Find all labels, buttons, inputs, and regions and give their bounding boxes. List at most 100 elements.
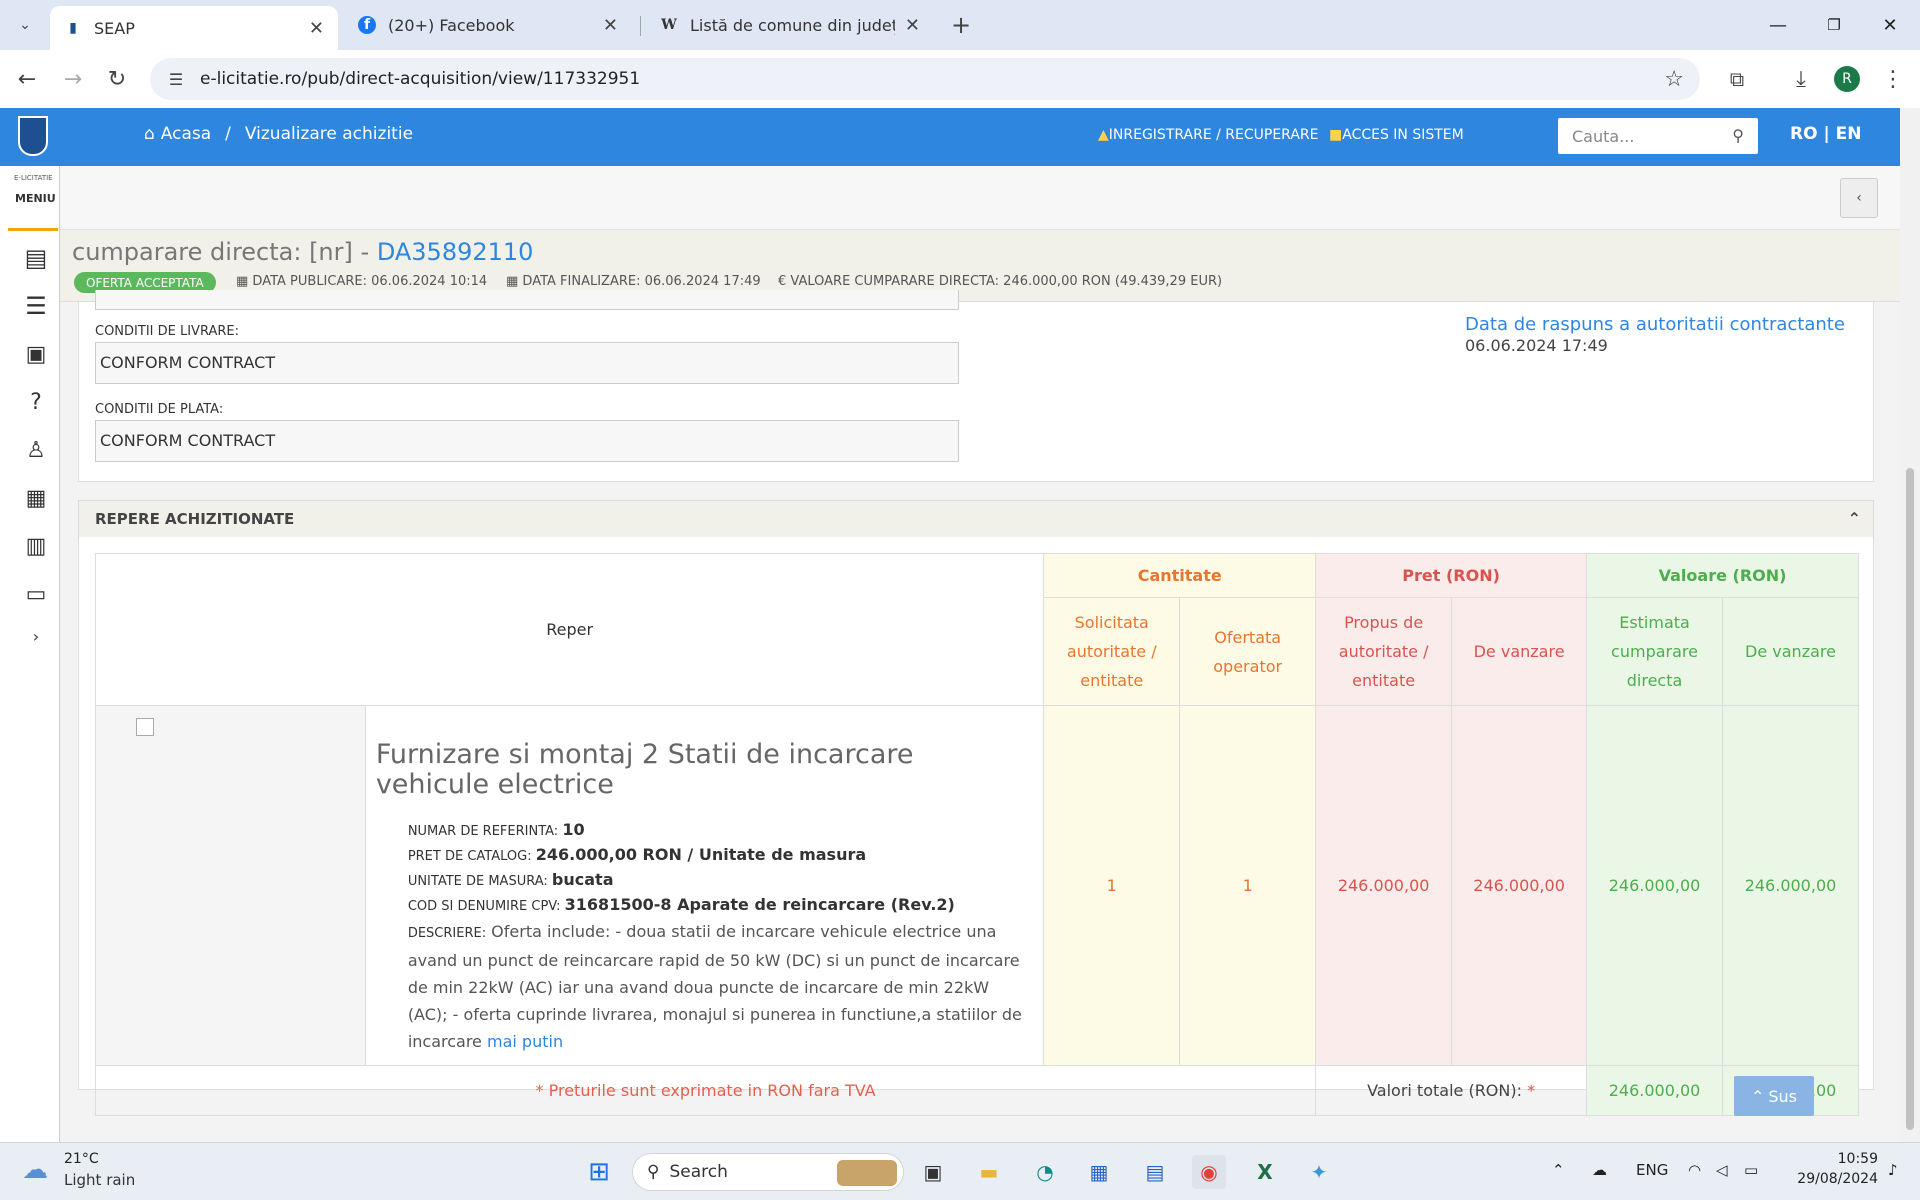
excel-icon[interactable]: X — [1248, 1155, 1282, 1189]
delivery-field: CONFORM CONTRACT — [95, 342, 959, 384]
conditions-panel: CONDITII DE LIVRARE: CONFORM CONTRACT CO… — [78, 290, 1874, 482]
battery-icon[interactable]: ▭ — [1744, 1161, 1758, 1179]
column-group-price: Pret (RON) — [1315, 553, 1588, 598]
back-to-top-button[interactable]: ⌃ Sus — [1734, 1076, 1814, 1116]
extensions-button[interactable]: ⧉ — [1720, 62, 1754, 96]
close-icon[interactable]: ✕ — [603, 15, 618, 36]
chrome-icon[interactable]: ◉ — [1192, 1155, 1226, 1189]
weather-text[interactable]: Light rain — [64, 1171, 135, 1189]
language-switch[interactable]: RO | EN — [1790, 124, 1861, 144]
tab-title: SEAP — [94, 18, 135, 38]
calendar-icon: ▦ — [236, 274, 253, 289]
cell-requested: 1 — [1043, 705, 1181, 1066]
new-tab-button[interactable]: + — [944, 8, 978, 42]
url-text[interactable]: e-licitatie.ro/pub/direct-acquisition/vi… — [200, 69, 1664, 89]
tray-chevron-up-icon[interactable]: ⌃ — [1552, 1161, 1565, 1179]
back-button[interactable]: ← — [10, 62, 44, 96]
bookmark-star-icon[interactable]: ☆ — [1664, 67, 1684, 92]
page-scrollbar[interactable] — [1900, 108, 1920, 1142]
finalize-date: ▦ DATA FINALIZARE: 06.06.2024 17:49 — [506, 274, 761, 289]
edge-icon[interactable]: ◔ — [1028, 1155, 1062, 1189]
wifi-icon[interactable]: ◠ — [1688, 1161, 1701, 1179]
breadcrumb-home[interactable]: Acasa — [161, 124, 211, 144]
task-view-icon[interactable]: ▣ — [916, 1155, 950, 1189]
seap-logo[interactable] — [18, 116, 48, 156]
tab-list-button[interactable]: ⌄ — [8, 8, 42, 42]
expand-menu-icon[interactable]: › — [22, 622, 50, 650]
close-icon[interactable]: ✕ — [905, 15, 920, 36]
publish-date: ▦ DATA PUBLICARE: 06.06.2024 10:14 — [236, 274, 488, 289]
breadcrumb-current: Vizualizare achizitie — [244, 124, 414, 144]
catalog-icon[interactable]: ▥ — [22, 532, 50, 560]
browser-tab-strip: ⌄ ▮ SEAP ✕ f (20+) Facebook ✕ W Listă de… — [0, 0, 1920, 50]
lock-icon: ■ — [1329, 127, 1343, 143]
login-link[interactable]: ■ACCES IN SISTEM — [1329, 127, 1464, 143]
profile-avatar[interactable]: R — [1834, 66, 1860, 92]
search-placeholder: Cauta... — [1572, 126, 1635, 146]
weather-icon[interactable]: ☁ — [22, 1155, 48, 1185]
help-icon[interactable]: ? — [22, 388, 50, 416]
app-icon[interactable]: ✦ — [1302, 1155, 1336, 1189]
chat-icon[interactable]: ▭ — [22, 580, 50, 608]
breadcrumb-separator: / — [225, 124, 231, 144]
volume-icon[interactable]: ◁ — [1716, 1161, 1728, 1179]
column-proposed: Propus de autoritate / entitate — [1315, 597, 1453, 706]
minimize-button[interactable]: — — [1758, 8, 1798, 42]
browser-toolbar: ← → ↻ ☰ e-licitatie.ro/pub/direct-acquis… — [0, 50, 1920, 108]
collapse-button[interactable]: ‹ — [1840, 178, 1878, 218]
address-bar[interactable]: ☰ e-licitatie.ro/pub/direct-acquisition/… — [150, 58, 1700, 100]
close-icon[interactable]: ✕ — [309, 18, 324, 39]
acquisition-number: DA35892110 — [376, 238, 534, 266]
windows-start-icon[interactable]: ⊞ — [582, 1155, 616, 1189]
search-input[interactable]: Cauta... ⚲ — [1558, 118, 1758, 154]
column-group-value: Valoare (RON) — [1586, 553, 1859, 598]
chevron-up-icon: ⌃ — [1750, 1086, 1765, 1106]
register-link[interactable]: ▲INREGISTRARE / RECUPERARE — [1098, 127, 1319, 143]
search-icon[interactable]: ⚲ — [1732, 126, 1744, 145]
arrow-right-icon: → — [63, 66, 83, 92]
document-icon[interactable]: ▤ — [22, 244, 50, 272]
tab-seap[interactable]: ▮ SEAP ✕ — [50, 6, 338, 50]
site-header: ⌂ Acasa / Vizualizare achizitie ▲INREGIS… — [0, 108, 1900, 166]
response-date-value: 06.06.2024 17:49 — [1465, 336, 1608, 355]
column-sale-price: De vanzare — [1451, 597, 1588, 706]
scrollbar-thumb[interactable] — [1906, 468, 1914, 1130]
column-group-quantity: Cantitate — [1043, 553, 1317, 598]
menu-caption[interactable]: MENIU — [15, 192, 56, 205]
user-support-icon[interactable]: ♙ — [22, 436, 50, 464]
close-window-button[interactable]: ✕ — [1870, 8, 1910, 42]
file-explorer-icon[interactable]: ▬ — [972, 1155, 1006, 1189]
cell-sale-value: 246.000,00 — [1722, 705, 1859, 1066]
restore-button[interactable]: ❐ — [1814, 8, 1854, 42]
column-reper: Reper — [94, 553, 1045, 706]
notification-bell-icon[interactable]: ♪ — [1888, 1161, 1898, 1179]
unit-of-measure: bucata — [551, 870, 614, 889]
input-language[interactable]: ENG — [1636, 1161, 1668, 1179]
payment-label: CONDITII DE PLATA: — [95, 402, 224, 417]
id-card-icon[interactable]: ▦ — [22, 484, 50, 512]
clock-date[interactable]: 29/08/2024 — [1784, 1171, 1878, 1187]
cloud-icon[interactable]: ☁ — [1592, 1161, 1607, 1179]
store-icon[interactable]: ▦ — [1082, 1155, 1116, 1189]
site-settings-icon[interactable]: ☰ — [166, 69, 186, 89]
tab-facebook[interactable]: f (20+) Facebook ✕ — [344, 6, 632, 44]
column-offered: Ofertata operator — [1179, 597, 1317, 706]
list-export-icon[interactable]: ☰ — [22, 292, 50, 320]
reload-button[interactable]: ↻ — [100, 62, 134, 96]
browser-menu-button[interactable]: ⋮ — [1876, 62, 1910, 96]
clipboard-check-icon[interactable]: ▣ — [22, 340, 50, 368]
clock-time[interactable]: 10:59 — [1808, 1151, 1878, 1167]
items-panel-header[interactable]: REPERE ACHIZITIONATE ⌃ — [79, 501, 1873, 537]
taskbar-search[interactable]: ⚲ Search — [632, 1153, 904, 1191]
chevron-up-icon[interactable]: ⌃ — [1848, 509, 1861, 528]
page-title: cumparare directa: [nr] - DA35892110 — [72, 238, 534, 266]
item-title: Furnizare si montaj 2 Statii de incarcar… — [375, 739, 914, 800]
tab-wikipedia[interactable]: W Listă de comune din județul Iași ✕ — [646, 6, 934, 44]
save-app-icon[interactable]: ▤ — [1138, 1155, 1172, 1189]
weather-temp[interactable]: 21°C — [64, 1151, 99, 1167]
broken-image-icon — [136, 718, 154, 736]
show-less-link[interactable]: mai putin — [487, 1032, 563, 1051]
downloads-button[interactable]: ⤓ — [1784, 62, 1818, 96]
facebook-icon: f — [358, 16, 376, 34]
forward-button[interactable]: → — [56, 62, 90, 96]
